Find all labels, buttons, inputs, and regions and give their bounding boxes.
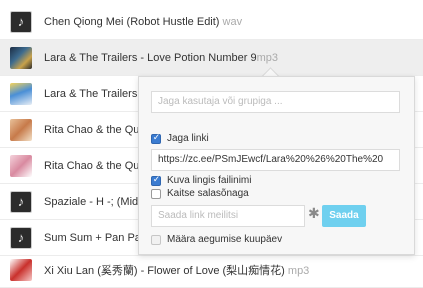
- file-name: Lara & The Trailers -: [44, 87, 145, 100]
- share-with-user-input[interactable]: Jaga kasutaja või grupiga ...: [151, 91, 400, 113]
- expiry-date-toggle[interactable]: Määra aegumise kuupäev: [151, 234, 282, 245]
- email-link-input[interactable]: Saada link meilitsi: [151, 205, 305, 227]
- audio-file-icon: [10, 190, 32, 213]
- password-protect-checkbox[interactable]: [151, 188, 161, 199]
- show-file-list-label: Kuva lingis failinimi: [167, 175, 252, 186]
- share-link-toggle[interactable]: Jaga linki: [151, 132, 209, 144]
- file-name: Chen Qiong Mei (Robot Hustle Edit) wav: [44, 15, 243, 28]
- list-item[interactable]: Lara & The Trailers - Love Potion Number…: [0, 40, 423, 76]
- password-protect-label: Kaitse salasõnaga: [167, 188, 249, 199]
- share-link-url-field[interactable]: https://zc.ee/PSmJEwcf/Lara%20%26%20The%…: [151, 149, 400, 171]
- file-name: Rita Chao & the Que: [44, 123, 146, 136]
- album-art-thumbnail: [10, 118, 32, 141]
- file-name: Lara & The Trailers - Love Potion Number…: [44, 51, 278, 64]
- required-asterisk-icon: ✱: [308, 205, 320, 221]
- share-popover: Jaga kasutaja või grupiga ... Jaga linki…: [138, 76, 415, 255]
- list-item[interactable]: Chen Qiong Mei (Robot Hustle Edit) wav: [0, 4, 423, 40]
- audio-file-icon: [10, 226, 32, 249]
- album-art-thumbnail: [10, 154, 32, 177]
- album-art-thumbnail: [10, 46, 32, 69]
- show-file-list-toggle[interactable]: Kuva lingis failinimi: [151, 174, 252, 186]
- file-name: Sum Sum + Pan Par: [44, 231, 145, 244]
- file-name: Rita Chao & the Que: [44, 159, 146, 172]
- expiry-date-label: Määra aegumise kuupäev: [167, 234, 283, 245]
- file-name: Spaziale - H -; (Midn: [44, 195, 145, 208]
- password-protect-toggle[interactable]: Kaitse salasõnaga: [151, 188, 249, 199]
- send-link-button[interactable]: Saada: [322, 205, 366, 227]
- show-file-list-checkbox[interactable]: [151, 174, 161, 186]
- audio-file-icon: [10, 10, 32, 33]
- expiry-date-checkbox[interactable]: [151, 234, 161, 245]
- list-item[interactable]: Xi Xiu Lan (奚秀蘭) - Flower of Love (梨山痴情花…: [0, 252, 423, 288]
- album-art-thumbnail: [10, 82, 32, 105]
- share-link-label: Jaga linki: [167, 133, 209, 144]
- share-link-checkbox[interactable]: [151, 132, 161, 144]
